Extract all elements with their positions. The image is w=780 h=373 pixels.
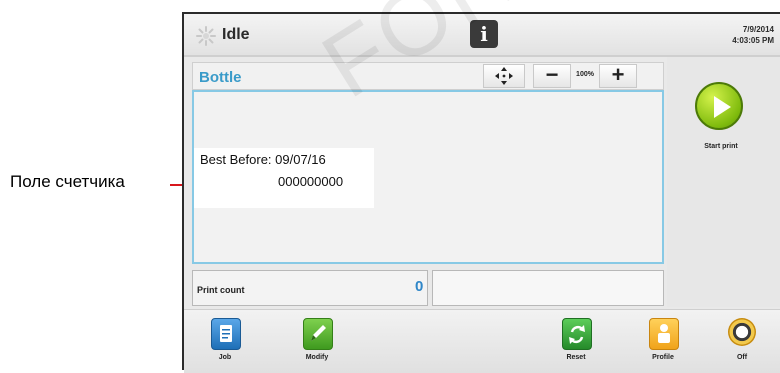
- date-text: 7/9/2014: [742, 25, 774, 34]
- idle-status-icon: [196, 26, 216, 46]
- move-icon: [495, 67, 513, 85]
- modify-icon: [303, 318, 333, 350]
- best-before-text: Best Before: 09/07/16: [200, 152, 326, 167]
- off-label: Off: [736, 354, 748, 361]
- print-count-value: 0: [415, 278, 424, 295]
- reset-label: Reset: [566, 354, 586, 361]
- bottom-toolbar: Job Modify Reset Profile Off: [184, 309, 780, 373]
- counter-text[interactable]: 000000000: [278, 174, 343, 189]
- zoom-out-button[interactable]: −: [533, 64, 571, 88]
- editor-header: Bottle − 100% +: [192, 62, 664, 90]
- start-print-button[interactable]: [695, 82, 743, 130]
- action-panel: Start print: [667, 57, 780, 307]
- zoom-level: 100%: [576, 71, 594, 78]
- zoom-in-icon: +: [611, 62, 625, 87]
- job-name: Bottle: [199, 69, 242, 86]
- zoom-in-button[interactable]: +: [599, 64, 637, 88]
- printer-status-text: Idle: [222, 26, 250, 43]
- reset-button[interactable]: Reset: [550, 316, 602, 370]
- modify-button[interactable]: Modify: [291, 316, 343, 370]
- profile-label: Profile: [652, 354, 674, 361]
- print-count-label: Print count: [197, 285, 245, 295]
- profile-button[interactable]: Profile: [637, 316, 689, 370]
- zoom-out-icon: −: [545, 62, 559, 87]
- info-button[interactable]: i: [470, 20, 498, 48]
- label-canvas[interactable]: Best Before: 09/07/16 000000000: [192, 90, 664, 264]
- status-bar: Idle i 7/9/2014 4:03:05 PM: [184, 14, 780, 55]
- start-print-label: Start print: [704, 143, 738, 150]
- printer-touchscreen: Idle i 7/9/2014 4:03:05 PM Bottle − 100%…: [182, 12, 780, 373]
- label-preview[interactable]: Best Before: 09/07/16 000000000: [194, 148, 374, 208]
- job-button[interactable]: Job: [199, 316, 251, 370]
- off-button[interactable]: Off: [716, 316, 768, 370]
- profile-icon: [649, 318, 679, 350]
- date-time: 7/9/2014 4:03:05 PM: [732, 24, 774, 46]
- print-count-field[interactable]: Print count 0: [192, 270, 428, 306]
- job-icon: [211, 318, 241, 350]
- time-text: 4:03:05 PM: [732, 36, 774, 45]
- counter-field-annotation: Поле счетчика: [10, 172, 125, 191]
- reset-icon: [562, 318, 592, 350]
- move-button[interactable]: [483, 64, 525, 88]
- message-field: [432, 270, 664, 306]
- info-icon: i: [480, 22, 488, 46]
- modify-label: Modify: [305, 354, 329, 361]
- job-label: Job: [218, 354, 232, 361]
- power-icon: [728, 318, 756, 346]
